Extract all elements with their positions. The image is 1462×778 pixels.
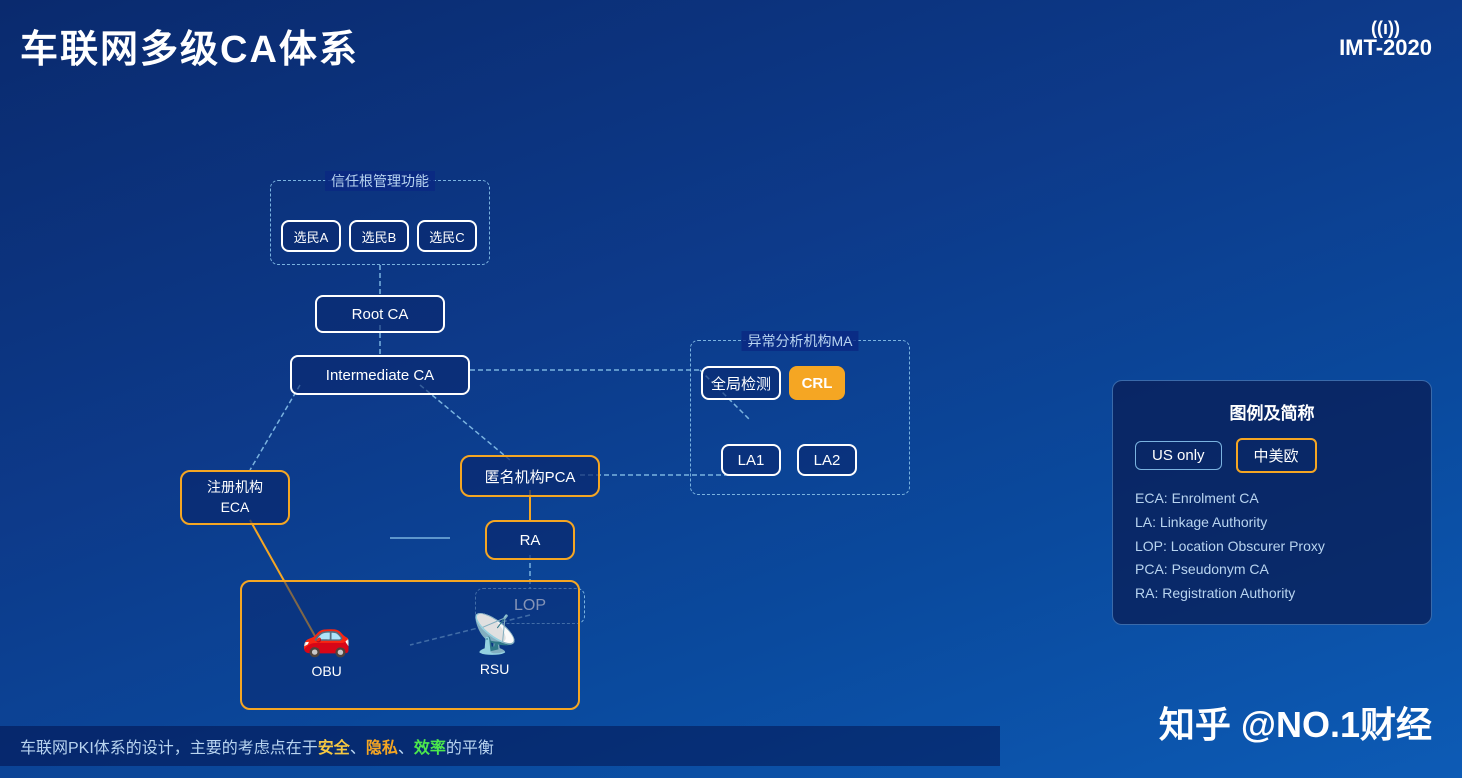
legend-item-ra: RA: Registration Authority xyxy=(1135,582,1409,606)
pca-box: 匿名机构PCA xyxy=(460,455,600,497)
legend-badges: US only 中美欧 xyxy=(1135,438,1409,473)
rsu-icon: 📡 xyxy=(471,613,518,657)
trust-root-label: 信任根管理功能 xyxy=(325,171,435,191)
elector-b: 选民B xyxy=(349,220,409,252)
global-detect-box: 全局检测 xyxy=(701,366,781,400)
cn-us-eu-badge: 中美欧 xyxy=(1236,438,1317,473)
page-title: 车联网多级CA体系 xyxy=(20,18,359,73)
diagram-area: 信任根管理功能 选民A 选民B 选民C Root CA Intermediate… xyxy=(100,90,1000,750)
crl-box: CRL xyxy=(789,366,845,400)
la1-box: LA1 xyxy=(721,444,781,476)
anomaly-area: 异常分析机构MA 全局检测 CRL LA1 LA2 xyxy=(690,340,910,495)
legend-panel: 图例及简称 US only 中美欧 ECA: Enrolment CA LA: … xyxy=(1112,380,1432,625)
tagline-sep2: 、 xyxy=(398,740,414,757)
legend-item-lop: LOP: Location Obscurer Proxy xyxy=(1135,535,1409,559)
intermediate-ca-box: Intermediate CA xyxy=(290,355,470,395)
us-only-badge: US only xyxy=(1135,441,1222,470)
rsu-device: 📡 RSU xyxy=(471,613,518,677)
logo: ((ı)) IMT-2020 xyxy=(1339,18,1432,61)
ra-box: RA xyxy=(485,520,575,560)
tagline-highlight2: 隐私 xyxy=(366,740,398,757)
obu-icon: 🚗 xyxy=(302,612,352,659)
zhihu-brand: 知乎 @NO.1财经 xyxy=(1159,696,1432,748)
eca-box: 注册机构 ECA xyxy=(180,470,290,525)
legend-descriptions: ECA: Enrolment CA LA: Linkage Authority … xyxy=(1135,487,1409,606)
rsu-label: RSU xyxy=(480,661,510,677)
legend-title: 图例及简称 xyxy=(1135,399,1409,424)
elector-a: 选民A xyxy=(281,220,341,252)
tagline-prefix: 车联网PKI体系的设计，主要的考虑点在于 xyxy=(20,740,318,757)
obu-label: OBU xyxy=(311,663,341,679)
tagline-highlight1: 安全 xyxy=(318,740,350,757)
root-ca-box: Root CA xyxy=(315,295,445,333)
tagline-highlight3: 效率 xyxy=(414,740,446,757)
la2-box: LA2 xyxy=(797,444,857,476)
anomaly-label: 异常分析机构MA xyxy=(742,331,859,351)
tagline-sep1: 、 xyxy=(350,740,366,757)
elector-c: 选民C xyxy=(417,220,477,252)
trust-root-box: 信任根管理功能 选民A 选民B 选民C xyxy=(270,180,490,265)
tagline-suffix: 的平衡 xyxy=(446,740,494,757)
obu-device: 🚗 OBU xyxy=(302,612,352,679)
legend-item-eca: ECA: Enrolment CA xyxy=(1135,487,1409,511)
legend-item-la: LA: Linkage Authority xyxy=(1135,511,1409,535)
tagline: 车联网PKI体系的设计，主要的考虑点在于安全、隐私、效率的平衡 xyxy=(0,726,1000,766)
legend-item-pca: PCA: Pseudonym CA xyxy=(1135,558,1409,582)
obu-rsu-area: 🚗 OBU 📡 RSU xyxy=(240,580,580,710)
